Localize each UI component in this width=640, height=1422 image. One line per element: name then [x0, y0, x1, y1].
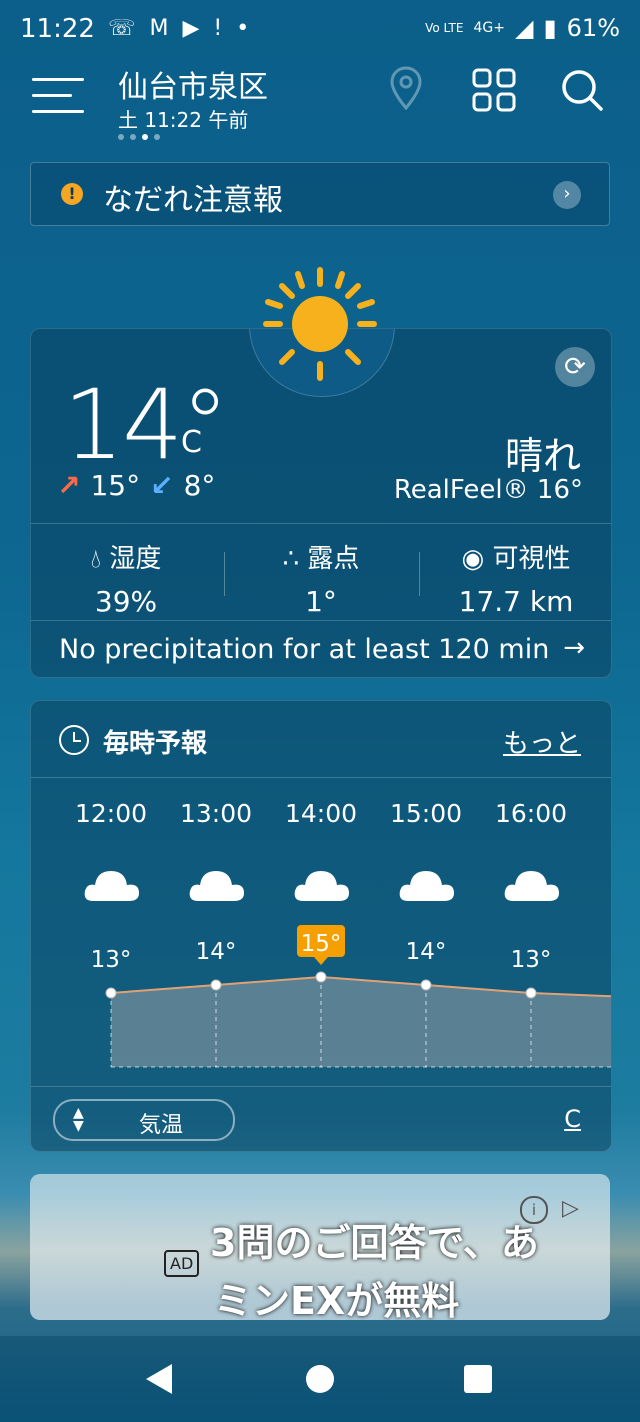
notification-icon: !	[213, 16, 223, 41]
page-indicator	[118, 134, 160, 140]
missed-call-icon: ☏	[108, 16, 136, 41]
menu-icon[interactable]	[32, 78, 84, 118]
clock-icon	[59, 725, 89, 755]
temperature-point	[210, 979, 222, 991]
search-icon[interactable]	[560, 68, 604, 112]
temperature-label: 15°	[301, 931, 342, 957]
humidity-icon: 💧︎	[90, 544, 102, 574]
chevron-right-icon: ›	[553, 181, 581, 209]
alert-text: なだれ注意報	[103, 183, 283, 218]
location-datetime: 土 11:22 午前	[118, 108, 249, 132]
gmail-icon: M	[149, 16, 169, 41]
back-icon[interactable]	[146, 1364, 172, 1394]
stat-dewpoint: ∴ 露点 1°	[226, 538, 416, 618]
more-link[interactable]: もっと	[503, 723, 581, 760]
temperature-point	[420, 979, 432, 991]
stat-humidity: 💧︎ 湿度 39%	[31, 538, 221, 618]
ad-badge: AD	[164, 1250, 200, 1277]
battery-percent: 61%	[566, 14, 620, 42]
volte-label: Vo LTE	[425, 21, 464, 35]
home-icon[interactable]	[306, 1365, 334, 1393]
network-type: 4G+	[473, 20, 505, 36]
temperature-label: 13°	[91, 947, 132, 973]
arrow-up-icon: ↗	[57, 469, 81, 502]
location-pin-icon[interactable]	[388, 66, 424, 112]
temperature-point	[315, 971, 327, 983]
ad-subheadline: ミンEXが無料	[214, 1279, 460, 1320]
temperature-highlight-pointer	[314, 957, 328, 965]
temperature-label: 14°	[196, 939, 237, 965]
current-temperature: 14°	[63, 369, 229, 481]
high-temp: 15°	[90, 469, 141, 502]
dewpoint-icon: ∴	[282, 544, 300, 574]
warning-icon: !	[61, 183, 83, 205]
battery-icon: ▮	[543, 14, 557, 42]
hourly-chart[interactable]: 13° 14° 15° 14° 13°	[31, 777, 611, 1077]
visibility-icon: ◉	[461, 544, 485, 574]
status-time: 11:22	[20, 14, 95, 44]
toggle-label: 気温	[139, 1113, 184, 1138]
temperature-label: 14°	[406, 939, 447, 965]
condition-text: 晴れ	[504, 434, 581, 478]
recents-icon[interactable]	[464, 1365, 492, 1393]
ad-banner[interactable]: i ▷ AD 3問のご回答で、あ ミンEXが無料	[30, 1174, 610, 1320]
sunny-icon	[263, 267, 377, 381]
ad-headline: 3問のご回答で、あ	[210, 1221, 539, 1265]
app-header: 仙台市泉区 土 11:22 午前	[0, 60, 640, 150]
dot-icon: •	[236, 16, 250, 41]
ad-choices-icon[interactable]: ▷	[562, 1196, 579, 1221]
notification-icons: ☏ M ▶ ! •	[108, 16, 249, 41]
arrow-down-icon: ↙	[150, 469, 174, 502]
grid-icon[interactable]	[472, 68, 516, 112]
signal-icon: ◢	[514, 14, 534, 42]
sort-arrows-icon: ▲ ▼	[73, 1105, 84, 1134]
realfeel-text: RealFeel® 16°	[393, 475, 583, 505]
hourly-title: 毎時予報	[103, 729, 208, 759]
status-right: Vo LTE 4G+ ◢ ▮ 61%	[425, 14, 620, 42]
navigation-bar	[0, 1336, 640, 1422]
cloud-icon	[399, 871, 454, 901]
low-temp: 8°	[183, 469, 216, 502]
stat-label: 湿度	[109, 544, 162, 574]
stat-label: 露点	[307, 544, 360, 574]
hourly-header: 毎時予報 もっと	[31, 701, 611, 778]
metric-toggle[interactable]: ▲ ▼ 気温	[53, 1099, 235, 1141]
cloud-icon	[504, 871, 559, 901]
hourly-footer: ▲ ▼ 気温 C	[31, 1086, 611, 1151]
stats-row: 💧︎ 湿度 39% ∴ 露点 1° ◉ 可視性 17.7 km	[31, 523, 611, 621]
stat-value: 1°	[305, 585, 337, 618]
divider	[419, 552, 420, 596]
divider	[224, 552, 225, 596]
cloud-icon	[294, 871, 349, 901]
alert-banner[interactable]: ! なだれ注意報 ›	[30, 162, 610, 226]
temperature-label: 13°	[511, 947, 552, 973]
cloud-icon	[189, 871, 244, 901]
hourly-forecast-card: 毎時予報 もっと 12:00 13:00 14:00 15:00 16:00 13° 14…	[30, 700, 612, 1152]
stat-visibility: ◉ 可視性 17.7 km	[421, 538, 611, 618]
unit-link[interactable]: C	[564, 1105, 581, 1133]
location-title[interactable]: 仙台市泉区	[118, 62, 268, 106]
refresh-icon[interactable]: ⟳	[555, 347, 595, 387]
stat-value: 39%	[94, 585, 158, 618]
temperature-area	[111, 977, 611, 1067]
temperature-point	[105, 987, 117, 999]
play-icon: ▶	[182, 16, 200, 41]
temperature-unit: C	[181, 425, 202, 460]
cloud-icon	[84, 871, 139, 901]
status-bar: 11:22 ☏ M ▶ ! • Vo LTE 4G+ ◢ ▮ 61%	[0, 0, 640, 60]
arrow-right-icon[interactable]: →	[563, 633, 585, 663]
temperature-point	[525, 987, 537, 999]
high-low: ↗ 15° ↙ 8°	[57, 469, 215, 502]
stat-value: 17.7 km	[458, 585, 574, 618]
precipitation-message[interactable]: No precipitation for at least 120 min	[59, 634, 549, 665]
stat-label: 可視性	[492, 544, 571, 574]
